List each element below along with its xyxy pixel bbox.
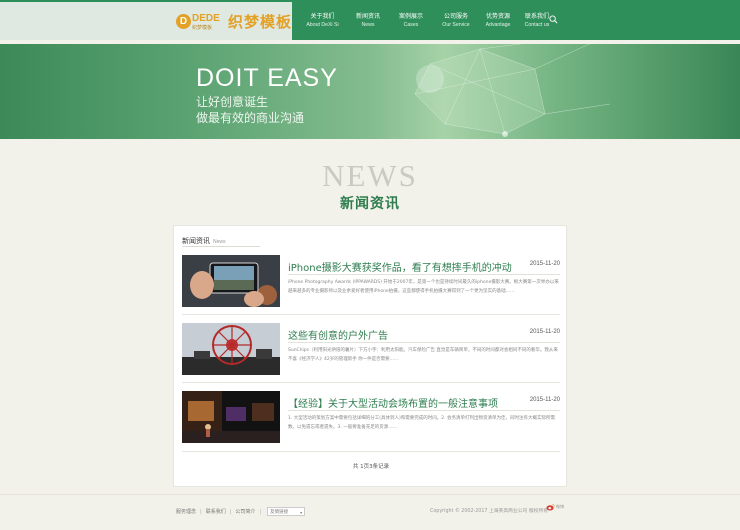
nav-label: 关于我们 — [310, 13, 335, 20]
news-title-link[interactable]: 这些有创意的户外广告 — [288, 327, 388, 342]
footer-link-separator: | — [229, 508, 232, 515]
logo-subtext: 织梦模板 — [192, 24, 213, 31]
news-summary: 1. 大型活动的策划方案中需要包括详细的分工(具体到人)和需要完成的时间。2. … — [288, 416, 555, 430]
news-list-item[interactable]: 【经验】关于大型活动会场布置的一般注意事项 2015-11-20 1. 大型活动… — [182, 391, 560, 451]
news-summary: iPhone Photography Awards (IPPAWARDS) 开始… — [288, 280, 559, 294]
hero-banner: DOIT EASY 让好创意诞生 做最有效的商业沟通 — [0, 44, 740, 139]
header: D DEDE 织梦模板 织梦模板 关于我们 About DeXi Si 新闻资讯… — [0, 0, 740, 40]
footer-link-separator: | — [200, 508, 202, 515]
site-logo[interactable]: D DEDE 织梦模板 织梦模板 — [176, 11, 292, 32]
copyright-text: Copyright © 2002-2017 上海英高商业公司 版权所有 — [430, 509, 549, 514]
nav-item-service[interactable]: 公司服务 Our Service — [436, 12, 476, 29]
nav-sublabel: About DeXi Si — [306, 22, 339, 28]
news-list-item[interactable]: iPhone摄影大赛获奖作品，看了有想摔手机的冲动 2015-11-20 iPh… — [182, 255, 560, 315]
pagination-info: 共 1页3条记录 — [352, 464, 390, 470]
footer-link-contact[interactable]: 联系我们 — [206, 508, 226, 515]
news-title-link[interactable]: iPhone摄影大赛获奖作品，看了有想摔手机的冲动 — [288, 259, 512, 274]
news-thumbnail-image[interactable] — [182, 255, 280, 307]
nav-item-cases[interactable]: 案例展示 Cases — [391, 12, 431, 29]
nav-label: 公司服务 — [443, 13, 468, 20]
logo-mark: D DEDE 织梦模板 — [176, 13, 226, 31]
banner-slogan-1: 让好创意诞生 — [196, 95, 269, 109]
news-list-item[interactable]: 这些有创意的户外广告 2015-11-20 SunChips（利用阳光烘焙的薯片… — [182, 323, 560, 383]
section-title-cn: 新闻资讯 — [340, 196, 400, 212]
friend-links-select-value: 友情链接 — [270, 510, 289, 515]
panel-heading-cn: 新闻资讯 — [182, 237, 210, 245]
news-title-divider — [288, 410, 560, 411]
nav-label: 优势资源 — [485, 13, 510, 20]
news-title-divider — [288, 274, 560, 275]
footer-link-separator: | — [259, 508, 262, 515]
news-title-link[interactable]: 【经验】关于大型活动会场布置的一般注意事项 — [288, 395, 498, 410]
news-thumbnail-image[interactable] — [182, 323, 280, 375]
weibo-link[interactable]: 微博 — [546, 503, 564, 511]
news-summary: SunChips（利用阳光烘焙的薯片）下方小字：利用太阳能。汽车保险广告 直觉是… — [288, 348, 558, 362]
search-icon[interactable] — [549, 15, 558, 24]
logo-circle-icon: D — [176, 13, 191, 29]
panel-heading: 新闻资讯 News — [182, 236, 226, 246]
panel-heading-en: News — [213, 239, 226, 245]
weibo-icon — [546, 503, 555, 511]
footer-link-company[interactable]: 公司简介 — [235, 508, 255, 515]
banner-slogan-2: 做最有效的商业沟通 — [196, 111, 305, 125]
banner-polygon-graphic — [414, 44, 611, 137]
chevron-down-icon: ▾ — [300, 510, 303, 515]
nav-item-news[interactable]: 新闻资讯 News — [353, 12, 383, 29]
news-date: 2015-11-20 — [529, 329, 560, 335]
news-panel: 新闻资讯 News iPhone摄影大赛获奖作品，看了有想摔手机的冲动 2015-… — [173, 225, 567, 487]
news-row-divider — [182, 382, 560, 383]
nav-sublabel: News — [361, 22, 375, 28]
footer-links: 服务理念 | 联系我们 | 公司简介 | 友情链接 ▾ — [176, 507, 306, 516]
nav-item-advantage[interactable]: 优势资源 Advantage — [481, 12, 515, 29]
logo-text: DEDE — [192, 12, 220, 24]
news-row-divider — [182, 451, 560, 452]
main-nav: 关于我们 About DeXi Si 新闻资讯 News 案例展示 Cases … — [300, 12, 554, 29]
nav-label: 案例展示 — [398, 13, 423, 20]
nav-sublabel: Our Service — [442, 22, 470, 28]
nav-sublabel: Cases — [403, 22, 419, 28]
nav-label: 新闻资讯 — [355, 13, 380, 20]
panel-heading-underline — [182, 246, 260, 247]
banner-title: DOIT EASY — [196, 64, 338, 92]
nav-sublabel: Advantage — [485, 22, 511, 28]
footer: 服务理念 | 联系我们 | 公司简介 | 友情链接 ▾ Copyright © … — [0, 494, 740, 530]
logo-chinese-text: 织梦模板 — [228, 13, 293, 31]
nav-item-about[interactable]: 关于我们 About DeXi Si — [300, 12, 345, 29]
news-row-divider — [182, 314, 560, 315]
section-title-en: NEWS — [322, 158, 418, 193]
news-date: 2015-11-20 — [529, 397, 560, 403]
friend-links-select[interactable]: 友情链接 ▾ — [267, 507, 306, 516]
news-thumbnail-image[interactable] — [182, 391, 280, 443]
footer-link-philosophy[interactable]: 服务理念 — [176, 508, 196, 515]
news-date: 2015-11-20 — [529, 261, 560, 267]
news-title-divider — [288, 342, 560, 343]
weibo-label: 微博 — [556, 504, 564, 509]
